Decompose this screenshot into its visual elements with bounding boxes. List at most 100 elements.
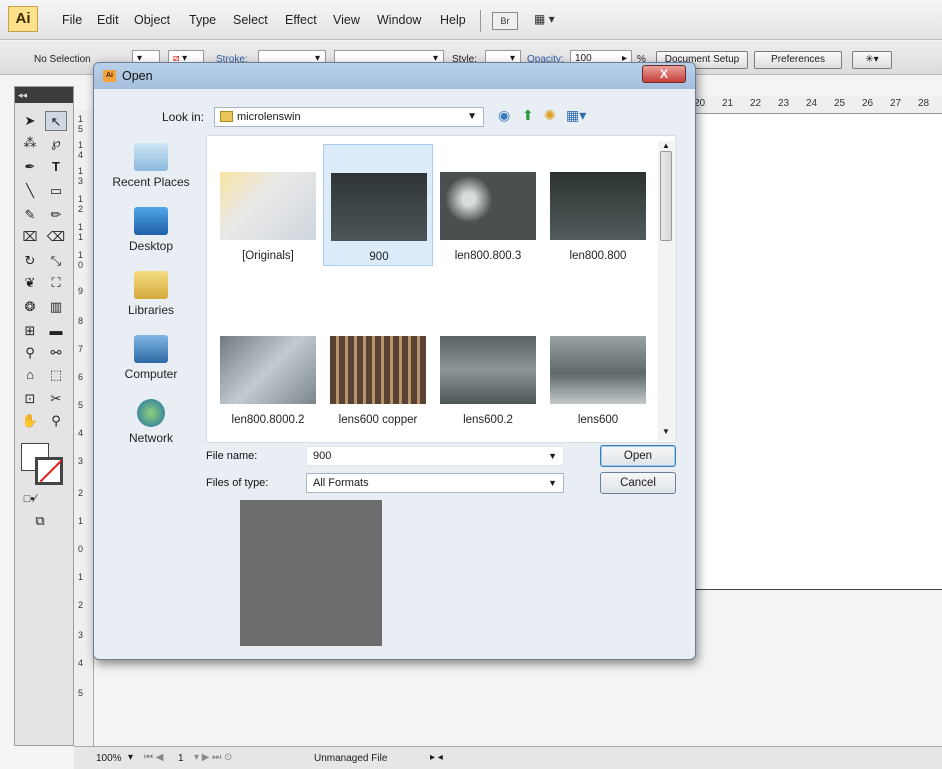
- place-recent-places[interactable]: Recent Places: [106, 143, 196, 189]
- vertical-ruler: 1 5 1 4 1 3 1 2 1 1 1 0 9 8 7 6 5 4 3 2 …: [74, 110, 94, 746]
- file-name: lens600.2: [463, 414, 513, 426]
- free-transform-tool-icon[interactable]: ⛶: [45, 273, 67, 293]
- arrange-documents-button[interactable]: ▦ ▾: [534, 12, 570, 30]
- live-paint-tool-icon[interactable]: ⌂: [19, 365, 41, 385]
- scroll-down-icon[interactable]: ▼: [662, 427, 670, 436]
- menu-object[interactable]: Object: [134, 13, 170, 27]
- status-menu-icon[interactable]: ▸ ◂: [430, 752, 443, 763]
- place-network[interactable]: Network: [106, 399, 196, 445]
- up-folder-icon[interactable]: ⬆: [522, 107, 534, 124]
- scrollbar-thumb[interactable]: [660, 151, 672, 241]
- wand-button[interactable]: ✳▾: [852, 51, 892, 69]
- lasso-tool-icon[interactable]: ℘: [45, 133, 67, 153]
- file-name: 900: [369, 251, 389, 263]
- ruler-tick-label: 23: [778, 98, 790, 109]
- file-type-select[interactable]: All Formats ▼: [306, 473, 564, 493]
- file-item[interactable]: lens600.2: [433, 308, 543, 430]
- place-desktop[interactable]: Desktop: [106, 207, 196, 253]
- ruler-tick-label: 1: [78, 232, 84, 242]
- file-name-input[interactable]: 900 ▼: [306, 446, 564, 466]
- menu-help[interactable]: Help: [440, 13, 466, 27]
- menu-edit[interactable]: Edit: [97, 13, 119, 27]
- paintbrush-tool-icon[interactable]: ✎: [19, 205, 41, 225]
- selection-tool-icon[interactable]: ➤: [19, 111, 41, 131]
- ruler-tick-label: 4: [78, 150, 84, 160]
- line-tool-icon[interactable]: ╲: [19, 181, 41, 201]
- cancel-button[interactable]: Cancel: [600, 472, 676, 494]
- artboard-number[interactable]: 1: [178, 753, 184, 764]
- file-list-scrollbar[interactable]: ▲ ▼: [658, 141, 674, 441]
- file-list[interactable]: [Originals] 900 len800.800.3 len800.800 …: [206, 135, 676, 443]
- slice-tool-icon[interactable]: ✂: [45, 389, 67, 409]
- close-button[interactable]: X: [642, 65, 686, 83]
- artboard-prev-icon[interactable]: ⏮ ◀: [144, 752, 163, 763]
- look-in-select[interactable]: microlenswin ▼: [214, 107, 484, 127]
- menu-file[interactable]: File: [62, 13, 82, 27]
- menu-type[interactable]: Type: [189, 13, 216, 27]
- type-tool-icon[interactable]: T: [45, 157, 67, 177]
- dialog-titlebar[interactable]: Ai Open X: [94, 63, 695, 89]
- ruler-tick-label: 5: [78, 400, 84, 410]
- graph-tool-icon[interactable]: ▥: [45, 297, 67, 317]
- pencil-tool-icon[interactable]: ✏: [45, 205, 67, 225]
- pen-tool-icon[interactable]: ✒: [19, 157, 41, 177]
- symbol-sprayer-tool-icon[interactable]: ❂: [19, 297, 41, 317]
- file-item[interactable]: len800.8000.2: [213, 308, 323, 430]
- screen-mode-icon[interactable]: ⧉: [29, 511, 51, 531]
- file-item-selected[interactable]: 900: [323, 144, 433, 266]
- stroke-color-swatch[interactable]: [35, 457, 63, 485]
- open-dialog: Ai Open X Look in: microlenswin ▼ ◉ ⬆ ✺ …: [93, 62, 696, 660]
- menu-window[interactable]: Window: [377, 13, 421, 27]
- artboard[interactable]: [690, 114, 942, 590]
- file-item[interactable]: [Originals]: [213, 144, 323, 266]
- ruler-tick-label: 4: [78, 428, 84, 438]
- view-menu-icon[interactable]: ▦▾: [566, 107, 586, 124]
- eyedropper-tool-icon[interactable]: ⚲: [19, 343, 41, 363]
- mesh-tool-icon[interactable]: ⊞: [19, 321, 41, 341]
- selection-status: No Selection: [34, 54, 91, 65]
- gradient-tool-icon[interactable]: ▬: [45, 321, 67, 341]
- eraser-tool-icon[interactable]: ⌫: [45, 227, 67, 247]
- rotate-tool-icon[interactable]: ↻: [19, 251, 41, 271]
- magic-wand-tool-icon[interactable]: ⁂: [19, 133, 41, 153]
- blend-tool-icon[interactable]: ⚯: [45, 343, 67, 363]
- menu-view[interactable]: View: [333, 13, 360, 27]
- open-button[interactable]: Open: [600, 445, 676, 467]
- arrange-documents-icon: ▦ ▾: [534, 12, 555, 26]
- ruler-tick-label: 28: [918, 98, 930, 109]
- rectangle-tool-icon[interactable]: ▭: [45, 181, 67, 201]
- live-paint-selection-tool-icon[interactable]: ⬚: [45, 365, 67, 385]
- back-icon[interactable]: ◉: [498, 107, 510, 124]
- image-thumbnail: [330, 336, 426, 404]
- file-name: lens600: [577, 414, 619, 426]
- menu-effect[interactable]: Effect: [285, 13, 317, 27]
- zoom-level[interactable]: 100%: [96, 753, 122, 764]
- menu-select[interactable]: Select: [233, 13, 268, 27]
- ruler-tick-label: 1: [78, 140, 84, 150]
- zoom-tool-icon[interactable]: ⚲: [45, 411, 67, 431]
- scroll-up-icon[interactable]: ▲: [662, 141, 670, 150]
- place-libraries[interactable]: Libraries: [106, 271, 196, 317]
- artboard-tool-icon[interactable]: ⊡: [19, 389, 41, 409]
- chevron-down-icon[interactable]: ▾: [128, 752, 133, 763]
- artboard-next-icon[interactable]: ▾ ▶ ⏭ ⊙: [194, 752, 232, 763]
- folder-thumbnail: [220, 172, 316, 240]
- new-folder-icon[interactable]: ✺: [544, 107, 556, 124]
- dialog-title: Open: [122, 69, 153, 83]
- file-item[interactable]: len800.800: [543, 144, 653, 266]
- preferences-button[interactable]: Preferences: [754, 51, 842, 69]
- blob-brush-tool-icon[interactable]: ⌧: [19, 227, 41, 247]
- bridge-button[interactable]: Br: [492, 12, 518, 30]
- scale-tool-icon[interactable]: ⤡: [45, 251, 67, 271]
- file-item[interactable]: lens600: [543, 308, 653, 430]
- ruler-tick-label: 6: [78, 372, 84, 382]
- tools-panel-header[interactable]: ◂◂: [15, 87, 73, 103]
- warp-tool-icon[interactable]: ❦: [19, 273, 41, 293]
- color-mode-icons[interactable]: □▪⁄: [19, 489, 41, 509]
- tools-panel: ◂◂ ➤ ↖ ⁂ ℘ ✒ T ╲ ▭ ✎ ✏ ⌧ ⌫ ↻ ⤡ ❦ ⛶ ❂ ▥ ⊞…: [14, 86, 74, 746]
- direct-selection-tool-icon[interactable]: ↖: [45, 111, 67, 131]
- hand-tool-icon[interactable]: ✋: [19, 411, 41, 431]
- file-item[interactable]: len800.800.3: [433, 144, 543, 266]
- file-item[interactable]: lens600 copper: [323, 308, 433, 430]
- place-computer[interactable]: Computer: [106, 335, 196, 381]
